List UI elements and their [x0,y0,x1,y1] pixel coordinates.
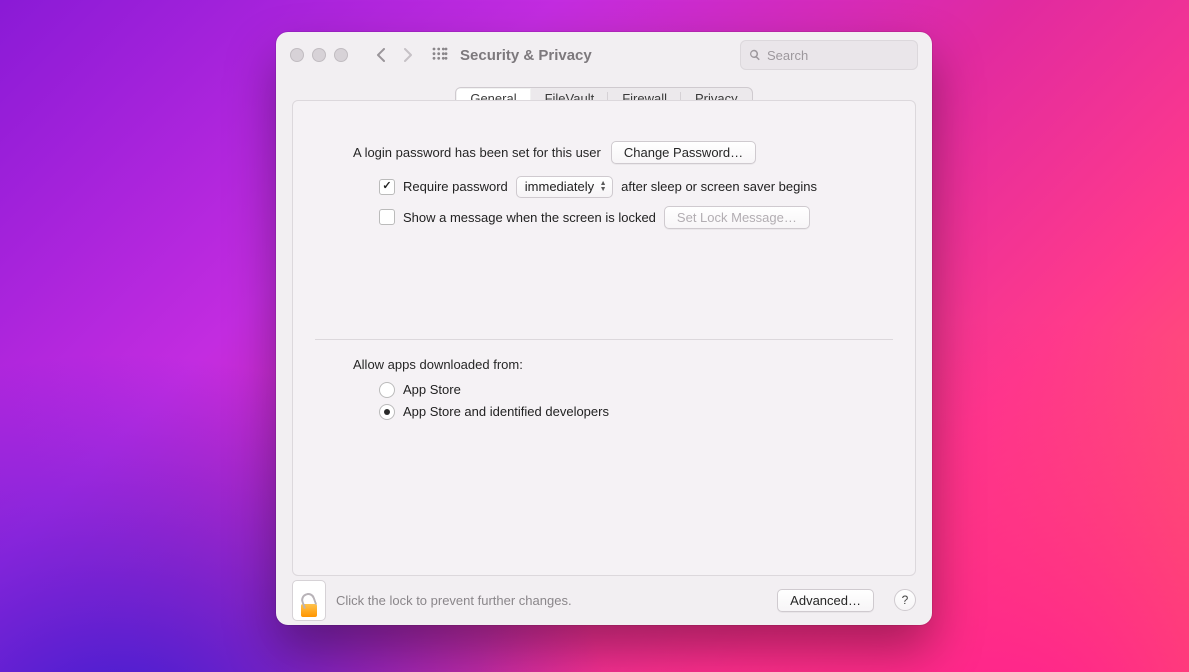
back-button[interactable] [366,41,394,69]
require-password-suffix: after sleep or screen saver begins [621,179,817,194]
titlebar: Security & Privacy Search [276,32,932,79]
require-password-prefix: Require password [403,179,508,194]
lock-message-label: Show a message when the screen is locked [403,210,656,225]
zoom-window-button[interactable] [334,48,348,62]
require-password-checkbox[interactable] [379,179,395,195]
main-panel: A login password has been set for this u… [292,100,916,576]
require-password-delay-select[interactable]: immediately ▲▼ [516,176,613,198]
downloads-option-label: App Store and identified developers [403,404,609,419]
show-all-button[interactable] [426,41,454,69]
footer: Click the lock to prevent further change… [276,576,932,625]
set-lock-message-button: Set Lock Message… [664,206,810,229]
chevron-right-icon [404,48,413,62]
change-password-button[interactable]: Change Password… [611,141,756,164]
divider [315,339,893,340]
close-window-button[interactable] [290,48,304,62]
chevron-left-icon [376,48,385,62]
chevron-updown-icon: ▲▼ [598,177,608,197]
system-preferences-window: Security & Privacy Search General FileVa… [276,32,932,625]
unlock-button[interactable] [292,580,326,621]
downloads-radio-identified-developers[interactable] [379,404,395,420]
allow-downloads-heading: Allow apps downloaded from: [353,357,855,372]
downloads-radio-app-store[interactable] [379,382,395,398]
advanced-button[interactable]: Advanced… [777,589,874,612]
window-title: Security & Privacy [460,47,592,64]
search-placeholder: Search [767,48,808,63]
login-password-status: A login password has been set for this u… [353,145,601,160]
window-controls [290,48,348,62]
forward-button[interactable] [394,41,422,69]
lock-icon [301,604,317,617]
desktop: Security & Privacy Search General FileVa… [0,0,1189,672]
grid-icon [432,47,448,63]
lock-hint-text: Click the lock to prevent further change… [336,593,572,608]
search-icon [749,49,761,61]
downloads-option-label: App Store [403,382,461,397]
lock-message-checkbox[interactable] [379,209,395,225]
help-button[interactable]: ? [894,589,916,611]
select-value: immediately [525,179,594,194]
search-field[interactable]: Search [740,40,918,70]
minimize-window-button[interactable] [312,48,326,62]
